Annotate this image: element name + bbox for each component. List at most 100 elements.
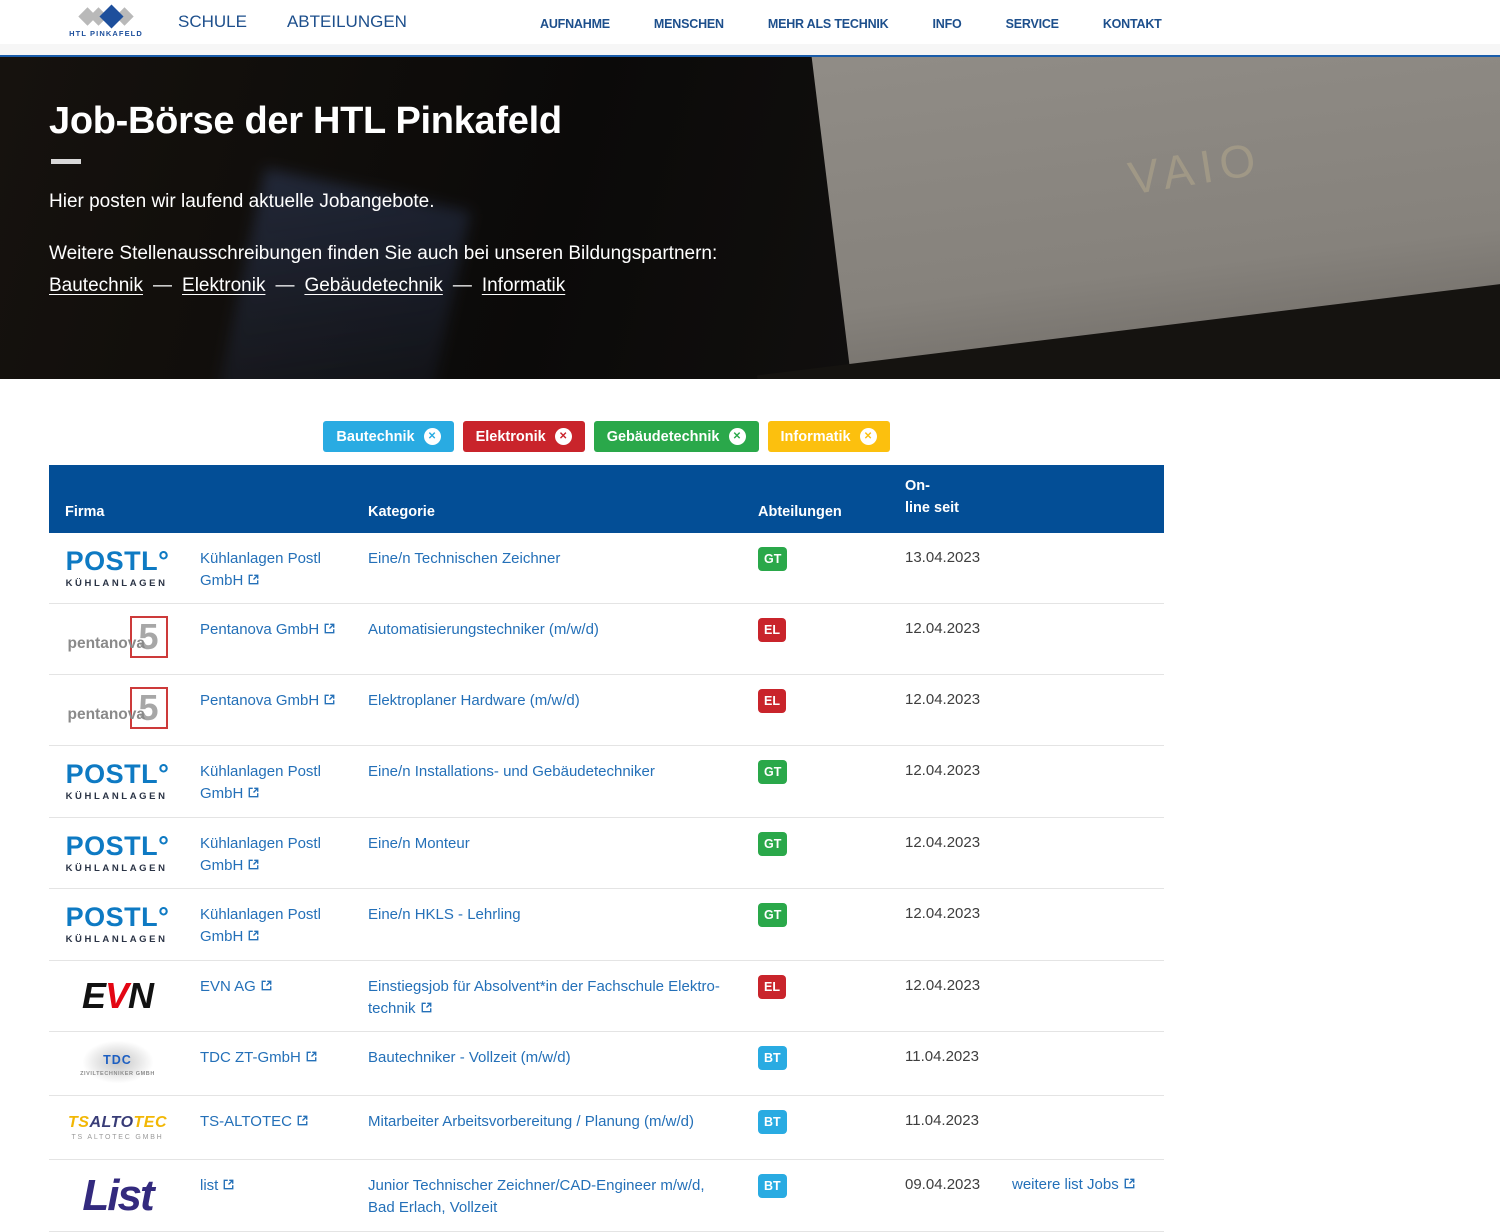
job-link[interactable]: Elektroplaner Hardware (m/w/d) — [368, 692, 580, 709]
partner-link-informatik[interactable]: Informatik — [482, 275, 565, 296]
table-row: TDCZIVILTECHNIKER GMBH TDC ZT-GmbH Baute… — [49, 1032, 1164, 1096]
company-logo-cell: POSTL°KÜHLANLAGEN — [49, 833, 200, 874]
external-link-icon — [297, 1115, 308, 1126]
filter-tag-elektronik[interactable]: Elektronik ✕ — [463, 421, 585, 452]
company-link[interactable]: Kühlanlagen Postl GmbH — [200, 833, 342, 877]
company-cell: Pentanova GmbH — [200, 687, 368, 712]
company-link[interactable]: list — [200, 1175, 234, 1197]
job-link[interactable]: Junior Technischer Zeichner/CAD-Engineer… — [368, 1177, 705, 1216]
nav-item-menschen[interactable]: MENSCHEN — [654, 17, 724, 31]
active-filters: Bautechnik ✕ Elektronik ✕ Gebäudetechnik… — [49, 421, 1164, 452]
company-link[interactable]: Kühlanlagen Postl GmbH — [200, 548, 342, 592]
external-link-icon — [248, 859, 259, 870]
remove-filter-icon[interactable]: ✕ — [424, 428, 441, 445]
company-logo-postl: POSTL°KÜHLANLAGEN — [66, 761, 170, 802]
company-cell: Kühlanlagen Postl GmbH — [200, 830, 368, 877]
nav-item-schule[interactable]: SCHULE — [178, 12, 247, 32]
company-link[interactable]: Kühlanlagen Postl GmbH — [200, 761, 342, 805]
secondary-nav: AUFNAHME MENSCHEN MEHR ALS TECHNIK INFO … — [540, 17, 1162, 31]
external-link-icon — [248, 574, 259, 585]
online-since-date: 12.04.2023 — [905, 687, 1012, 708]
table-row: POSTL°KÜHLANLAGEN Kühlanlagen Postl GmbH… — [49, 889, 1164, 961]
company-link[interactable]: EVN AG — [200, 976, 272, 998]
company-logo-cell: EVN — [49, 978, 200, 1014]
remove-filter-icon[interactable]: ✕ — [860, 428, 877, 445]
category-cell: Junior Technischer Zeichner/CAD-Engineer… — [368, 1172, 758, 1219]
job-link[interactable]: Automatisierungstechniker (m/w/d) — [368, 621, 599, 638]
category-cell: Einstiegsjob für Absolvent*in der Fachsc… — [368, 973, 758, 1020]
job-link[interactable]: Eine/n Technischen Zeichner — [368, 550, 560, 567]
job-link[interactable]: Eine/n HKLS - Lehrling — [368, 906, 521, 923]
job-link[interactable]: Eine/n Installations- und Gebäudetechnik… — [368, 763, 655, 780]
department-badge: EL — [758, 689, 786, 713]
company-logo-cell: 5pentanova — [49, 616, 200, 662]
online-since-date: 12.04.2023 — [905, 758, 1012, 779]
online-since-date: 09.04.2023 — [905, 1172, 1012, 1193]
primary-nav: SCHULE ABTEILUNGEN — [178, 12, 407, 32]
external-link-icon — [421, 1002, 432, 1013]
department-cell: EL — [758, 687, 905, 713]
external-link-icon — [248, 930, 259, 941]
company-link[interactable]: TS-ALTOTEC — [200, 1111, 308, 1133]
online-since-date: 12.04.2023 — [905, 616, 1012, 637]
department-cell: BT — [758, 1044, 905, 1070]
job-link[interactable]: Eine/n Monteur — [368, 835, 470, 852]
nav-item-aufnahme[interactable]: AUFNAHME — [540, 17, 610, 31]
category-cell: Elektroplaner Hardware (m/w/d) — [368, 687, 758, 712]
partners-line: Weitere Stellenausschreibungen finden Si… — [49, 238, 717, 270]
filter-tag-gebaeudetechnik[interactable]: Gebäudetechnik ✕ — [594, 421, 759, 452]
company-logo-cell: POSTL°KÜHLANLAGEN — [49, 548, 200, 589]
category-cell: Eine/n Installations- und Gebäudetechnik… — [368, 758, 758, 783]
company-cell: Kühlanlagen Postl GmbH — [200, 901, 368, 948]
remove-filter-icon[interactable]: ✕ — [729, 428, 746, 445]
extra-cell: weitere list Jobs — [1012, 1172, 1164, 1193]
nav-item-info[interactable]: INFO — [933, 17, 962, 31]
company-logo-pentanova: 5pentanova — [68, 687, 168, 733]
job-link[interactable]: Einstiegsjob für Absolvent*in der Fachsc… — [368, 978, 720, 1017]
company-link[interactable]: TDC ZT-GmbH — [200, 1047, 317, 1069]
external-link-icon — [324, 623, 335, 634]
company-logo-cell: POSTL°KÜHLANLAGEN — [49, 904, 200, 945]
partner-link-gebaeudetechnik[interactable]: Gebäudetechnik — [304, 275, 442, 296]
partner-links: Bautechnik—Elektronik—Gebäudetechnik—Inf… — [49, 270, 717, 302]
company-cell: EVN AG — [200, 973, 368, 998]
table-row: List list Junior Technischer Zeichner/CA… — [49, 1160, 1164, 1232]
category-cell: Eine/n Technischen Zeichner — [368, 545, 758, 570]
filter-tag-bautechnik[interactable]: Bautechnik ✕ — [323, 421, 453, 452]
htl-pinkafeld-logo[interactable]: HTL PINKAFELD — [60, 6, 152, 38]
company-link[interactable]: Pentanova GmbH — [200, 619, 335, 641]
nav-item-service[interactable]: SERVICE — [1006, 17, 1059, 31]
nav-item-abteilungen[interactable]: ABTEILUNGEN — [287, 12, 407, 32]
external-link-icon — [248, 787, 259, 798]
department-cell: BT — [758, 1108, 905, 1134]
filter-tag-label: Elektronik — [476, 429, 546, 445]
table-header: Firma Kategorie Abteilungen On- line sei… — [49, 465, 1164, 533]
company-logo-evn: EVN — [82, 978, 153, 1014]
nav-item-kontakt[interactable]: KONTAKT — [1103, 17, 1162, 31]
partner-link-bautechnik[interactable]: Bautechnik — [49, 275, 143, 296]
partner-link-elektronik[interactable]: Elektronik — [182, 275, 265, 296]
extra-cell — [1012, 830, 1164, 834]
extra-cell — [1012, 1108, 1164, 1112]
filter-tag-informatik[interactable]: Informatik ✕ — [768, 421, 890, 452]
company-logo-cell: List — [49, 1176, 200, 1216]
company-link[interactable]: Pentanova GmbH — [200, 690, 335, 712]
hero-intro-text: Hier posten wir laufend aktuelle Jobange… — [49, 191, 717, 213]
extra-cell — [1012, 758, 1164, 762]
company-cell: TDC ZT-GmbH — [200, 1044, 368, 1069]
more-jobs-link[interactable]: weitere list Jobs — [1012, 1176, 1135, 1193]
job-link[interactable]: Mitarbeiter Arbeitsvorbereitung / Planun… — [368, 1113, 694, 1130]
company-logo-postl: POSTL°KÜHLANLAGEN — [66, 833, 170, 874]
department-badge: BT — [758, 1174, 787, 1198]
category-cell: Bautechniker - Vollzeit (m/w/d) — [368, 1044, 758, 1069]
department-cell: EL — [758, 616, 905, 642]
remove-filter-icon[interactable]: ✕ — [555, 428, 572, 445]
company-logo-postl: POSTL°KÜHLANLAGEN — [66, 548, 170, 589]
nav-item-mehr-als-technik[interactable]: MEHR ALS TECHNIK — [768, 17, 889, 31]
category-cell: Mitarbeiter Arbeitsvorbereitung / Planun… — [368, 1108, 758, 1133]
company-link[interactable]: Kühlanlagen Postl GmbH — [200, 904, 342, 948]
job-link[interactable]: Bautechniker - Vollzeit (m/w/d) — [368, 1049, 571, 1066]
column-header-firma: Firma — [49, 504, 368, 520]
department-badge: BT — [758, 1110, 787, 1134]
filter-tag-label: Bautechnik — [336, 429, 414, 445]
